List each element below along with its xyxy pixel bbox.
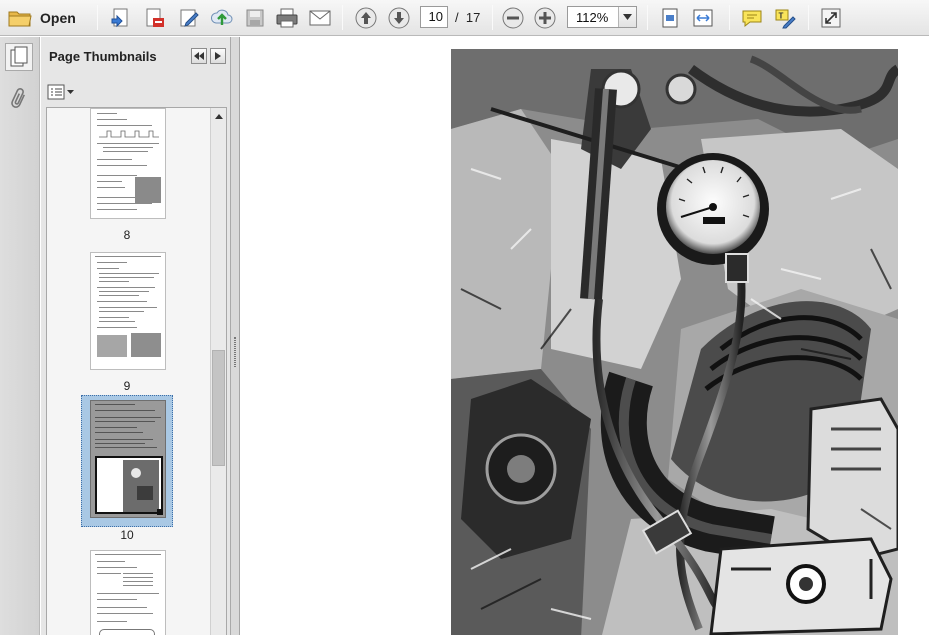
zoom-select[interactable]: 112% [567,6,637,28]
page-number-input[interactable]: 10 [420,6,448,28]
thumbnails-panel: Page Thumbnails 8 9 10 [41,37,231,635]
zoom-in-icon [534,7,556,28]
panel-title: Page Thumbnails [49,49,157,64]
page-up-icon [355,7,377,28]
export-pdf-button[interactable] [142,4,168,31]
save-icon [246,9,264,26]
scroll-up-button[interactable] [213,111,224,122]
full-width-icon [693,9,713,26]
fit-page-button[interactable] [656,4,684,31]
toolbar-separator [492,5,493,30]
highlight-button[interactable]: T [771,4,799,31]
zoom-out-icon [502,7,524,28]
comment-button[interactable] [738,4,766,31]
thumbnail-list[interactable]: 8 9 10 [46,107,227,635]
zoom-out-button[interactable] [499,4,527,31]
engine-bay-photo [451,49,898,635]
paperclip-icon [11,88,25,108]
highlight-icon: T [775,9,796,28]
chevron-up-icon [214,114,223,119]
toolbar-separator [342,5,343,30]
print-button[interactable] [273,4,301,31]
upload-button[interactable] [209,4,235,31]
page-total: / 17 [455,10,481,25]
comment-icon [742,10,762,27]
email-icon [309,10,331,25]
attachments-tab[interactable] [5,85,33,113]
page-thumbnails-icon [10,46,28,67]
thumbnail-page-9[interactable] [90,252,166,370]
collapse-panel-button[interactable] [191,48,207,64]
create-pdf-icon [111,8,128,27]
chevron-down-icon [623,14,632,20]
expand-panel-button[interactable] [210,48,226,64]
document-view[interactable] [241,37,929,635]
thumbnail-label: 10 [120,528,134,542]
splitter-grip-icon [234,337,236,367]
open-button[interactable]: Open [8,4,76,31]
next-page-button[interactable] [385,4,413,31]
thumbnail-scrollbar[interactable] [210,108,226,635]
double-chevron-left-icon [194,52,204,60]
main-toolbar: Open 10 / 17 112% T [0,0,929,36]
email-button[interactable] [306,4,334,31]
print-icon [276,8,298,27]
edit-icon [180,9,199,27]
open-folder-icon [8,11,32,26]
full-width-button[interactable] [689,4,717,31]
thumbnail-page-8[interactable] [90,108,166,219]
options-menu-icon [47,84,74,100]
chevron-right-icon [215,52,221,60]
zoom-value: 112% [576,10,609,25]
toolbar-separator [808,5,809,30]
thumbnail-label: 8 [123,228,131,242]
panel-splitter[interactable] [231,37,240,635]
edit-pdf-button[interactable] [176,4,202,31]
previous-page-button[interactable] [352,4,380,31]
create-pdf-button[interactable] [108,4,134,31]
page-down-icon [388,7,410,28]
thumbnail-page-10[interactable] [90,400,166,518]
page-thumbnails-tab[interactable] [5,43,33,71]
fit-page-icon [662,8,678,27]
navigation-rail [0,37,40,635]
svg-text:T: T [779,11,784,20]
zoom-in-button[interactable] [531,4,559,31]
toolbar-separator [647,5,648,30]
open-label: Open [40,9,76,26]
thumbnail-options-button[interactable] [47,83,77,101]
scroll-thumb[interactable] [212,350,225,466]
upload-icon [210,9,233,25]
thumbnail-page-11[interactable] [90,550,166,635]
thumbnail-label: 9 [123,379,131,393]
toolbar-separator [729,5,730,30]
toolbar-separator [97,5,98,30]
expand-button[interactable] [817,4,845,31]
expand-icon [821,8,841,27]
zoom-dropdown[interactable] [618,7,636,27]
export-pdf-icon [146,8,164,27]
save-button[interactable] [243,4,267,31]
